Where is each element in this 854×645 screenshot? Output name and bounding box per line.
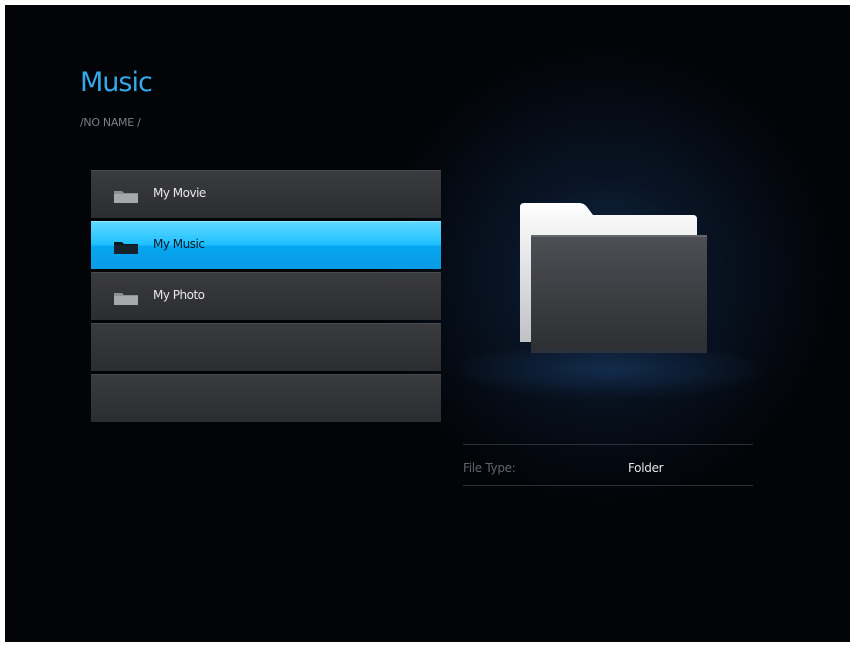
divider xyxy=(463,444,753,445)
list-item-my-music[interactable]: My Music xyxy=(91,221,441,269)
list-item-label: My Movie xyxy=(153,186,206,200)
list-item-label: My Photo xyxy=(153,288,205,302)
folder-list: My Movie My Music My Photo xyxy=(91,170,441,425)
list-item-my-photo[interactable]: My Photo xyxy=(91,272,441,320)
floor-reflection xyxy=(445,350,775,420)
list-item-my-movie[interactable]: My Movie xyxy=(91,170,441,218)
folder-preview-icon xyxy=(520,203,707,353)
list-item-label: My Music xyxy=(153,237,205,251)
divider xyxy=(463,485,753,486)
file-type-value: Folder xyxy=(628,461,664,475)
folder-icon xyxy=(114,293,138,305)
media-browser-screen: Music /NO NAME / My Movie My Music My Ph… xyxy=(5,5,850,642)
file-type-label: File Type: xyxy=(463,461,516,475)
file-type-row: File Type: Folder xyxy=(463,455,753,483)
folder-icon xyxy=(114,191,138,203)
page-title: Music xyxy=(80,67,153,98)
folder-icon xyxy=(114,242,138,254)
breadcrumb: /NO NAME / xyxy=(80,116,141,129)
list-item-empty[interactable] xyxy=(91,374,441,422)
list-item-empty[interactable] xyxy=(91,323,441,371)
